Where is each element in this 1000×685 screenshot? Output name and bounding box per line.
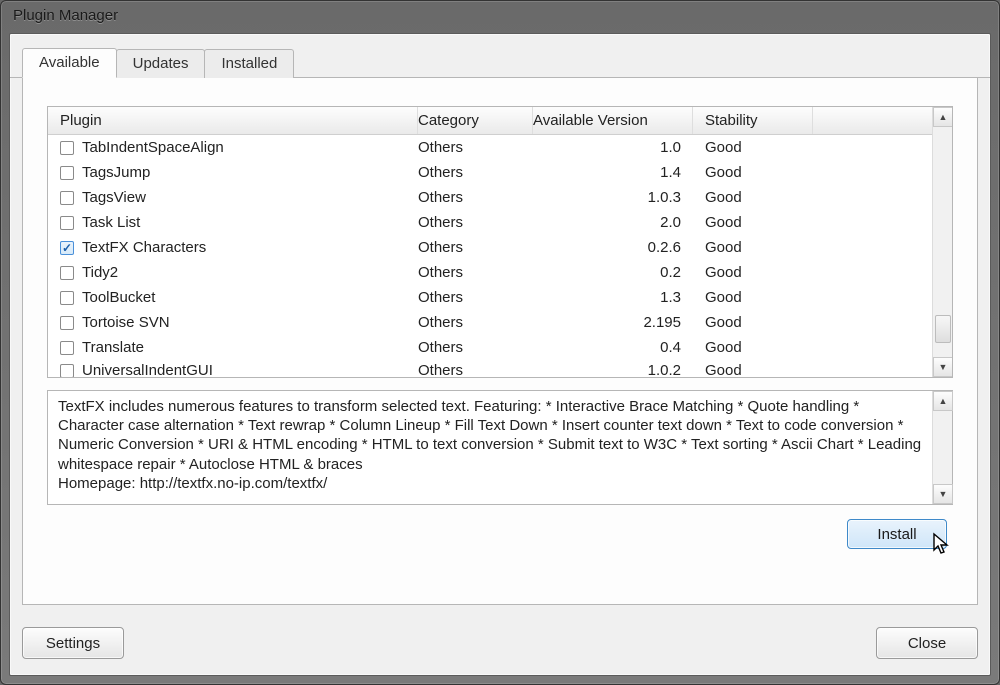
plugin-version: 0.2 xyxy=(533,264,693,281)
plugin-stability: Good xyxy=(693,264,813,281)
window-title: Plugin Manager xyxy=(1,1,999,33)
plugin-version: 2.195 xyxy=(533,314,693,331)
scroll-down-button[interactable]: ▼ xyxy=(933,357,953,377)
install-row: Install xyxy=(47,519,953,549)
plugin-checkbox[interactable] xyxy=(60,341,74,355)
plugin-stability: Good xyxy=(693,189,813,206)
plugin-version: 1.0 xyxy=(533,139,693,156)
settings-button[interactable]: Settings xyxy=(22,627,124,659)
plugin-checkbox[interactable] xyxy=(60,241,74,255)
plugin-version: 1.3 xyxy=(533,289,693,306)
plugin-list-header: Plugin Category Available Version Stabil… xyxy=(48,107,952,135)
plugin-category: Others xyxy=(418,214,533,231)
plugin-category: Others xyxy=(418,264,533,281)
scroll-up-button[interactable]: ▲ xyxy=(933,107,953,127)
description-scrollbar[interactable]: ▲ ▼ xyxy=(932,391,952,504)
plugin-version: 1.0.2 xyxy=(533,360,693,377)
plugin-checkbox[interactable] xyxy=(60,191,74,205)
bottom-button-row: Settings Close xyxy=(22,627,978,659)
column-header-stability[interactable]: Stability xyxy=(693,107,813,134)
plugin-stability: Good xyxy=(693,164,813,181)
plugin-checkbox[interactable] xyxy=(60,141,74,155)
table-row[interactable]: UniversalIndentGUI Others1.0.2Good xyxy=(48,360,932,377)
plugin-name: Task List xyxy=(82,214,140,231)
table-row[interactable]: Tortoise SVN Others2.195Good xyxy=(48,310,932,335)
plugin-category: Others xyxy=(418,164,533,181)
plugin-version: 0.2.6 xyxy=(533,239,693,256)
plugin-category: Others xyxy=(418,289,533,306)
install-button[interactable]: Install xyxy=(847,519,947,549)
plugin-stability: Good xyxy=(693,289,813,306)
tab-available[interactable]: Available xyxy=(22,48,117,78)
table-row[interactable]: Translate Others0.4Good xyxy=(48,335,932,360)
plugin-category: Others xyxy=(418,339,533,356)
plugin-checkbox[interactable] xyxy=(60,364,74,378)
plugin-category: Others xyxy=(418,139,533,156)
plugin-checkbox[interactable] xyxy=(60,216,74,230)
plugin-name: UniversalIndentGUI xyxy=(82,362,213,377)
plugin-version: 1.4 xyxy=(533,164,693,181)
plugin-name: TextFX Characters xyxy=(82,239,206,256)
plugin-stability: Good xyxy=(693,314,813,331)
plugin-category: Others xyxy=(418,189,533,206)
plugin-stability: Good xyxy=(693,139,813,156)
column-header-plugin[interactable]: Plugin xyxy=(48,107,418,134)
plugin-category: Others xyxy=(418,239,533,256)
install-button-label: Install xyxy=(877,526,916,543)
plugin-list-body: TabIndentSpaceAlignOthers1.0GoodTagsJump… xyxy=(48,135,932,377)
cursor-icon xyxy=(932,532,952,562)
plugin-name: Tidy2 xyxy=(82,264,118,281)
plugin-version: 1.0.3 xyxy=(533,189,693,206)
plugin-name: TagsJump xyxy=(82,164,150,181)
table-row[interactable]: TagsView Others1.0.3Good xyxy=(48,185,932,210)
tab-page-available: Plugin Category Available Version Stabil… xyxy=(22,78,978,605)
table-row[interactable]: TagsJump Others1.4Good xyxy=(48,160,932,185)
table-row[interactable]: TabIndentSpaceAlign Others1.0Good xyxy=(48,135,932,160)
plugin-name: ToolBucket xyxy=(82,289,155,306)
plugin-description-text: TextFX includes numerous features to tra… xyxy=(58,397,926,498)
plugin-checkbox[interactable] xyxy=(60,166,74,180)
plugin-stability: Good xyxy=(693,339,813,356)
column-header-version[interactable]: Available Version xyxy=(533,107,693,134)
table-row[interactable]: Task List Others2.0Good xyxy=(48,210,932,235)
tab-installed[interactable]: Installed xyxy=(204,49,294,78)
plugin-stability: Good xyxy=(693,239,813,256)
plugin-list: Plugin Category Available Version Stabil… xyxy=(47,106,953,378)
plugin-version: 0.4 xyxy=(533,339,693,356)
table-row[interactable]: Tidy2 Others0.2Good xyxy=(48,260,932,285)
plugin-name: Tortoise SVN xyxy=(82,314,170,331)
tab-updates[interactable]: Updates xyxy=(116,49,206,78)
plugin-manager-window: Plugin Manager Available Updates Install… xyxy=(0,0,1000,685)
plugin-category: Others xyxy=(418,314,533,331)
desc-scroll-down[interactable]: ▼ xyxy=(933,484,953,504)
client-area: Available Updates Installed Plugin Categ… xyxy=(9,33,991,676)
scrollbar-vertical[interactable]: ▲ ▼ xyxy=(932,107,952,377)
plugin-name: TagsView xyxy=(82,189,146,206)
table-row[interactable]: ToolBucket Others1.3Good xyxy=(48,285,932,310)
plugin-checkbox[interactable] xyxy=(60,316,74,330)
plugin-stability: Good xyxy=(693,360,813,377)
plugin-category: Others xyxy=(418,360,533,377)
plugin-checkbox[interactable] xyxy=(60,266,74,280)
tab-strip: Available Updates Installed xyxy=(10,34,990,78)
table-row[interactable]: TextFX Characters Others0.2.6Good xyxy=(48,235,932,260)
settings-button-label: Settings xyxy=(46,635,100,652)
desc-scroll-up[interactable]: ▲ xyxy=(933,391,953,411)
column-header-category[interactable]: Category xyxy=(418,107,533,134)
scroll-thumb[interactable] xyxy=(935,315,951,343)
close-button-label: Close xyxy=(908,635,946,652)
plugin-name: TabIndentSpaceAlign xyxy=(82,139,224,156)
plugin-checkbox[interactable] xyxy=(60,291,74,305)
plugin-version: 2.0 xyxy=(533,214,693,231)
plugin-name: Translate xyxy=(82,339,144,356)
plugin-description-box: TextFX includes numerous features to tra… xyxy=(47,390,953,505)
plugin-stability: Good xyxy=(693,214,813,231)
close-button[interactable]: Close xyxy=(876,627,978,659)
